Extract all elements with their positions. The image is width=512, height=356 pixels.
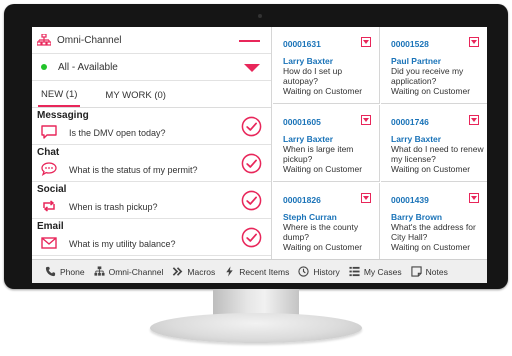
case-number[interactable]: 00001439 <box>391 195 429 205</box>
utility-label: Omni-Channel <box>108 266 164 277</box>
omni-channel-panel: Omni-Channel All - Available NEW (1) MY … <box>32 27 272 259</box>
monitor-stand-neck <box>213 289 299 315</box>
utility-label: Notes <box>425 266 448 277</box>
dropdown-arrow-icon[interactable] <box>244 64 260 72</box>
minimize-icon[interactable] <box>239 40 260 42</box>
contact-name[interactable]: Paul Partner <box>391 56 441 66</box>
case-menu-icon[interactable] <box>361 193 371 203</box>
work-item-channel: Email <box>37 221 64 232</box>
chat-bubble-icon <box>41 125 57 139</box>
work-item-channel: Messaging <box>37 110 89 121</box>
case-menu-icon[interactable] <box>469 193 479 203</box>
case-subject: When is large item pickup? <box>283 144 354 164</box>
work-item-channel: Chat <box>37 147 60 158</box>
utility-macros[interactable]: Macros <box>172 266 215 277</box>
case-number[interactable]: 00001826 <box>283 195 321 205</box>
case-card[interactable]: 00001439 Barry Brown What's the address … <box>381 183 487 260</box>
case-status: Waiting on Customer <box>283 242 363 252</box>
utility-recent-items[interactable]: Recent Items <box>224 266 289 277</box>
case-status: Waiting on Customer <box>391 242 471 252</box>
utility-label: Phone <box>60 266 85 277</box>
sitemap-icon <box>37 34 51 46</box>
monitor-frame: Omni-Channel All - Available NEW (1) MY … <box>4 4 508 289</box>
contact-name[interactable]: Larry Baxter <box>391 134 441 144</box>
retweet-icon <box>43 200 55 212</box>
accept-check-icon[interactable] <box>241 227 262 248</box>
case-status: Waiting on Customer <box>283 86 363 96</box>
contact-name[interactable]: Larry Baxter <box>283 134 333 144</box>
case-subject: How do I set up autopay? <box>283 66 343 86</box>
utility-label: My Cases <box>363 266 402 277</box>
work-item-question: Is the DMV open today? <box>69 128 166 138</box>
case-number[interactable]: 00001746 <box>391 117 429 127</box>
utility-bar: Phone Omni-Channel Macros Recent Items H… <box>32 259 487 283</box>
utility-my-cases[interactable]: My Cases <box>349 266 402 277</box>
envelope-icon <box>41 237 57 249</box>
utility-label: Recent Items <box>239 266 290 277</box>
utility-notes[interactable]: Notes <box>410 266 448 277</box>
utility-history[interactable]: History <box>298 266 340 277</box>
accept-check-icon[interactable] <box>241 153 262 174</box>
case-card[interactable]: 00001826 Steph Curran Where is the count… <box>273 183 380 260</box>
case-subject: What do I need to renew my license? <box>391 144 484 164</box>
clock-icon <box>298 266 309 277</box>
utility-label: History <box>313 266 340 277</box>
chevrons-right-icon <box>173 267 183 276</box>
channel-selector[interactable]: Omni-Channel <box>32 27 271 54</box>
monitor-stand-base <box>150 313 362 343</box>
list-icon <box>349 266 360 277</box>
work-item-question: When is trash pickup? <box>69 202 158 212</box>
accept-check-icon[interactable] <box>241 116 262 137</box>
utility-phone[interactable]: Phone <box>45 266 85 277</box>
status-label: All - Available <box>58 61 118 73</box>
case-card[interactable]: 00001605 Larry Baxter When is large item… <box>273 105 380 182</box>
work-item-chat[interactable]: Chat What is the status of my permit? <box>32 145 271 182</box>
case-card[interactable]: 00001746 Larry Baxter What do I need to … <box>381 105 487 182</box>
accept-check-icon[interactable] <box>241 190 262 211</box>
contact-name[interactable]: Larry Baxter <box>283 56 333 66</box>
case-card[interactable]: 00001631 Larry Baxter How do I set up au… <box>273 27 380 104</box>
lightning-icon <box>226 266 233 277</box>
note-icon <box>410 266 422 277</box>
case-number[interactable]: 00001528 <box>391 39 429 49</box>
chat-dots-icon <box>41 162 57 176</box>
available-status-dot <box>41 64 47 70</box>
case-subject: What's the address for City Hall? <box>391 222 476 242</box>
case-menu-icon[interactable] <box>469 37 479 47</box>
tab-new[interactable]: NEW (1) <box>38 89 81 107</box>
work-tabs: NEW (1) MY WORK (0) <box>32 81 271 108</box>
work-item-email[interactable]: Email What is my utility balance? <box>32 219 271 256</box>
case-status: Waiting on Customer <box>391 164 471 174</box>
tab-my-work[interactable]: MY WORK (0) <box>102 90 169 107</box>
case-status: Waiting on Customer <box>391 86 471 96</box>
utility-label: Macros <box>187 266 216 277</box>
contact-name[interactable]: Steph Curran <box>283 212 337 222</box>
status-selector[interactable]: All - Available <box>32 54 271 81</box>
case-number[interactable]: 00001605 <box>283 117 321 127</box>
case-card[interactable]: 00001528 Paul Partner Did you receive my… <box>381 27 487 104</box>
screen: Omni-Channel All - Available NEW (1) MY … <box>32 27 487 283</box>
camera-dot <box>258 14 262 18</box>
contact-name[interactable]: Barry Brown <box>391 212 442 222</box>
sitemap-icon <box>94 266 105 276</box>
case-menu-icon[interactable] <box>469 115 479 125</box>
case-menu-icon[interactable] <box>361 115 371 125</box>
work-item-question: What is my utility balance? <box>69 239 176 249</box>
work-item-channel: Social <box>37 184 67 195</box>
work-item-messaging[interactable]: Messaging Is the DMV open today? <box>32 108 271 145</box>
case-number[interactable]: 00001631 <box>283 39 321 49</box>
case-subject: Where is the county dump? <box>283 222 359 242</box>
case-subject: Did you receive my application? <box>391 66 464 86</box>
case-grid: 00001631 Larry Baxter How do I set up au… <box>273 27 487 260</box>
utility-omni-channel[interactable]: Omni-Channel <box>94 266 164 277</box>
work-item-question: What is the status of my permit? <box>69 165 198 175</box>
work-item-social[interactable]: Social When is trash pickup? <box>32 182 271 219</box>
channel-selector-label: Omni-Channel <box>57 34 122 46</box>
phone-icon <box>45 266 56 277</box>
case-menu-icon[interactable] <box>361 37 371 47</box>
case-status: Waiting on Customer <box>283 164 363 174</box>
